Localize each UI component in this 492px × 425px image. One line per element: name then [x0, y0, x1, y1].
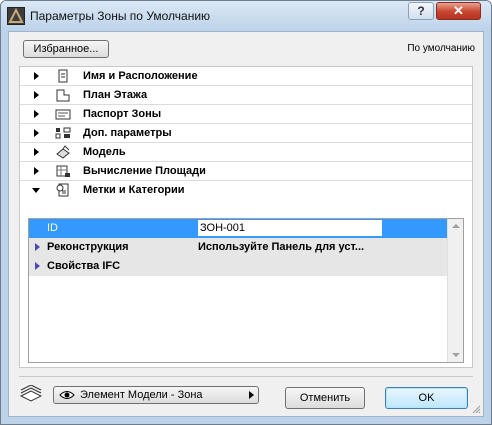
vertical-scrollbar[interactable]: [447, 219, 463, 362]
property-value: Используйте Панель для уст...: [198, 241, 365, 253]
layer-dropdown[interactable]: Элемент Модели - Зона: [53, 386, 259, 404]
eye-icon: [59, 391, 75, 399]
section-zone-stamp[interactable]: Паспорт Зоны: [20, 105, 472, 124]
section-label: Модель: [83, 146, 126, 158]
property-name: Свойства IFC: [47, 260, 121, 272]
property-row-id[interactable]: ID ЗОН-001: [29, 219, 447, 238]
scroll-up-icon[interactable]: [452, 224, 460, 228]
dialog-window: Параметры Зоны по Умолчанию ? ✕ Избранно…: [0, 0, 492, 425]
section-tags-categories[interactable]: Метки и Категории: [20, 181, 472, 200]
archicad-app-icon: [7, 7, 25, 25]
zone-stamp-icon: [55, 109, 71, 120]
extra-parameters-icon: [55, 127, 71, 139]
property-row-renovation[interactable]: Реконструкция Используйте Панель для уст…: [29, 238, 447, 257]
close-button[interactable]: ✕: [436, 2, 481, 20]
section-name-location[interactable]: Имя и Расположение: [20, 67, 472, 86]
property-name: ID: [47, 222, 58, 234]
floor-plan-icon: [56, 89, 70, 102]
layers-icon: [20, 385, 42, 402]
section-label: План Этажа: [83, 89, 148, 101]
section-extra-parameters[interactable]: Доп. параметры: [20, 124, 472, 143]
expand-arrow-icon[interactable]: [35, 243, 40, 251]
section-area-calculation[interactable]: Вычисление Площади: [20, 162, 472, 181]
expand-arrow-icon[interactable]: [34, 129, 39, 137]
divider: [19, 376, 473, 377]
default-label: По умолчанию: [407, 43, 475, 54]
help-button[interactable]: ?: [408, 2, 434, 20]
expand-arrow-icon[interactable]: [34, 167, 39, 175]
resize-grip-icon[interactable]: [471, 404, 481, 414]
expand-arrow-icon[interactable]: [34, 110, 39, 118]
section-label: Имя и Расположение: [83, 70, 198, 82]
expand-arrow-icon[interactable]: [34, 91, 39, 99]
dropdown-arrow-icon: [249, 391, 254, 399]
cancel-button[interactable]: Отменить: [285, 387, 365, 409]
model-icon: [56, 145, 70, 159]
tags-categories-icon: [56, 183, 69, 197]
ok-button[interactable]: OK: [385, 387, 468, 409]
section-label: Вычисление Площади: [83, 165, 206, 177]
document-pin-icon: [58, 69, 68, 83]
settings-panel: Имя и Расположение План Этажа Паспорт Зо…: [19, 66, 473, 368]
title-bar: Параметры Зоны по Умолчанию ? ✕: [1, 1, 491, 31]
section-model[interactable]: Модель: [20, 143, 472, 162]
layer-dropdown-label: Элемент Модели - Зона: [80, 389, 203, 401]
area-calculation-icon: [56, 165, 70, 177]
section-floor-plan[interactable]: План Этажа: [20, 86, 472, 105]
collapse-arrow-icon[interactable]: [32, 188, 40, 193]
section-label: Паспорт Зоны: [83, 108, 162, 120]
section-label: Метки и Категории: [83, 184, 185, 196]
dialog-body: Избранное... По умолчанию Имя и Располож…: [8, 31, 484, 417]
section-label: Доп. параметры: [83, 127, 172, 139]
expand-arrow-icon[interactable]: [34, 148, 39, 156]
window-title: Параметры Зоны по Умолчанию: [30, 9, 211, 23]
property-name: Реконструкция: [47, 241, 129, 253]
favorites-button[interactable]: Избранное...: [23, 40, 109, 58]
expand-arrow-icon[interactable]: [35, 262, 40, 270]
property-grid: ID ЗОН-001 Реконструкция Используйте Пан…: [28, 218, 464, 363]
id-value-field[interactable]: ЗОН-001: [198, 220, 382, 236]
scroll-down-icon[interactable]: [452, 353, 460, 357]
expand-arrow-icon[interactable]: [34, 72, 39, 80]
property-row-ifc[interactable]: Свойства IFC: [29, 257, 447, 276]
